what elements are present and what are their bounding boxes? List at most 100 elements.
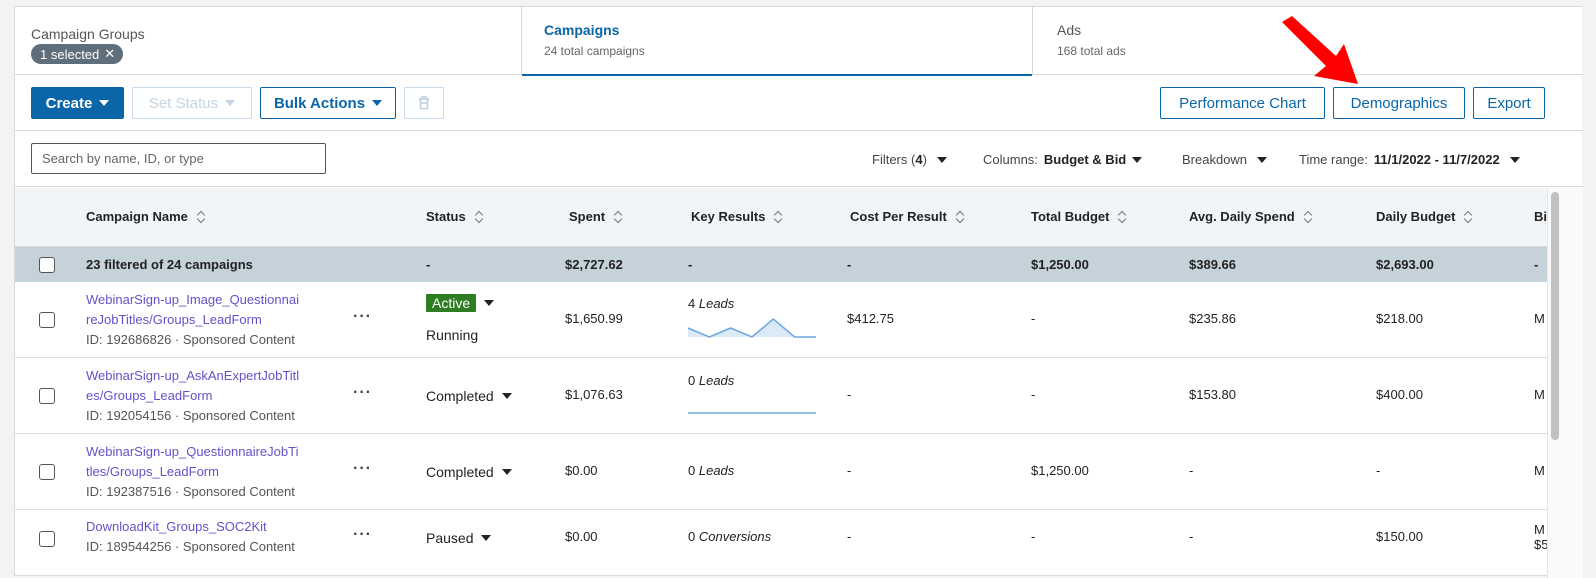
total-budget-value: - xyxy=(1031,387,1036,402)
bid-value: M xyxy=(1534,463,1545,478)
column-header-key-results[interactable]: Key Results xyxy=(691,209,783,224)
tab-title: Campaigns xyxy=(544,22,620,38)
table-row[interactable]: WebinarSign-up_Image_Questionnai reJobTi… xyxy=(15,282,1547,358)
set-status-button[interactable]: Set Status xyxy=(132,87,252,119)
sort-icon xyxy=(613,210,623,224)
annotation-arrow-icon xyxy=(1282,16,1358,84)
filters-label: Filters (4) xyxy=(872,152,927,167)
column-header-daily-budget[interactable]: Daily Budget xyxy=(1376,209,1473,224)
table-row[interactable]: WebinarSign-up_QuestionnaireJobTi tles/G… xyxy=(15,434,1547,510)
summary-row: 23 filtered of 24 campaigns - $2,727.62 … xyxy=(15,247,1547,282)
column-header-avg-daily-spend[interactable]: Avg. Daily Spend xyxy=(1189,209,1313,224)
column-header-total-budget[interactable]: Total Budget xyxy=(1031,209,1127,224)
selected-chip[interactable]: 1 selected ✕ xyxy=(31,44,124,64)
table-scrollbar[interactable] xyxy=(1547,188,1583,578)
sort-icon xyxy=(196,210,206,224)
spent-value: $0.00 xyxy=(565,529,598,544)
table-row[interactable]: WebinarSign-up_AskAnExpertJobTitl es/Gro… xyxy=(15,358,1547,434)
filter-bar: Filters (4) Columns: Budget & Bid Breakd… xyxy=(15,132,1583,187)
columns-dropdown[interactable]: Columns: Budget & Bid xyxy=(983,152,1143,167)
delete-button[interactable] xyxy=(404,87,444,119)
sort-icon xyxy=(773,210,783,224)
scrollbar-thumb[interactable] xyxy=(1551,192,1559,440)
caret-down-icon xyxy=(225,100,236,106)
summary-spent: $2,727.62 xyxy=(565,257,623,272)
row-checkbox[interactable] xyxy=(39,312,55,328)
time-range-label: Time range: xyxy=(1299,152,1368,167)
more-options-icon[interactable]: ··· xyxy=(353,460,372,478)
campaign-name-link[interactable]: WebinarSign-up_QuestionnaireJobTi tles/G… xyxy=(86,442,298,502)
tab-campaigns[interactable]: Campaigns 24 total campaigns xyxy=(521,7,1033,76)
campaigns-table: Campaign Name Status Spent Key Results C… xyxy=(15,188,1548,570)
status-badge: Active xyxy=(426,294,477,312)
column-header-status[interactable]: Status xyxy=(426,209,484,224)
close-icon[interactable]: ✕ xyxy=(104,46,115,62)
sparkline-area xyxy=(688,319,816,337)
trash-icon xyxy=(419,96,429,110)
total-budget-value: $1,250.00 xyxy=(1031,463,1089,478)
bulk-actions-button[interactable]: Bulk Actions xyxy=(260,87,396,119)
export-label: Export xyxy=(1487,94,1531,112)
sort-icon xyxy=(474,210,484,224)
daily-budget-value: - xyxy=(1376,463,1381,478)
key-results: 0 Conversions xyxy=(688,529,772,544)
caret-down-icon xyxy=(99,100,110,106)
select-all-checkbox[interactable] xyxy=(39,257,55,273)
tab-campaign-groups[interactable]: Campaign Groups 1 selected ✕ xyxy=(15,7,521,75)
column-header-campaign-name[interactable]: Campaign Name xyxy=(86,209,206,224)
cost-per-result-value: - xyxy=(847,463,852,478)
spent-value: $0.00 xyxy=(565,463,598,478)
search-input[interactable] xyxy=(31,143,326,174)
summary-status: - xyxy=(426,257,431,272)
campaign-meta: ID: 189544256 · Sponsored Content xyxy=(86,539,295,554)
daily-budget-value: $218.00 xyxy=(1376,311,1423,326)
campaign-name-link[interactable]: WebinarSign-up_Image_Questionnai reJobTi… xyxy=(86,290,299,350)
set-status-label: Set Status xyxy=(148,94,219,112)
column-header-spent[interactable]: Spent xyxy=(569,209,623,224)
campaign-meta: ID: 192686826 · Sponsored Content xyxy=(86,332,295,347)
campaign-name-link[interactable]: DownloadKit_Groups_SOC2Kit ID: 189544256… xyxy=(86,517,295,557)
campaign-name-link[interactable]: WebinarSign-up_AskAnExpertJobTitl es/Gro… xyxy=(86,366,299,426)
caret-down-icon xyxy=(501,393,512,399)
tab-count: 24 total campaigns xyxy=(544,44,645,58)
row-checkbox[interactable] xyxy=(39,464,55,480)
daily-budget-value: $400.00 xyxy=(1376,387,1423,402)
create-button[interactable]: Create xyxy=(31,87,124,119)
chip-label: 1 selected xyxy=(40,46,100,62)
columns-value: Budget & Bid xyxy=(1043,152,1127,167)
sort-icon xyxy=(1463,210,1473,224)
status-dropdown[interactable]: Active xyxy=(426,294,495,312)
sort-icon xyxy=(1117,210,1127,224)
row-checkbox[interactable] xyxy=(39,531,55,547)
more-options-icon[interactable]: ··· xyxy=(353,526,372,544)
column-header-cost-per-result[interactable]: Cost Per Result xyxy=(850,209,965,224)
summary-cost-per-result: - xyxy=(847,257,852,272)
summary-avg-daily-spend: $389.66 xyxy=(1189,257,1236,272)
columns-label: Columns: xyxy=(983,152,1038,167)
bulk-actions-label: Bulk Actions xyxy=(273,94,366,112)
avg-daily-spend-value: $235.86 xyxy=(1189,311,1236,326)
table-row[interactable]: DownloadKit_Groups_SOC2Kit ID: 189544256… xyxy=(15,510,1548,570)
tab-title: Campaign Groups xyxy=(31,26,145,42)
row-checkbox[interactable] xyxy=(39,388,55,404)
breakdown-label: Breakdown xyxy=(1182,152,1248,167)
sparkline-line xyxy=(688,317,816,338)
status-dropdown[interactable]: Paused xyxy=(426,530,492,546)
demographics-label: Demographics xyxy=(1350,94,1448,112)
create-label: Create xyxy=(45,94,93,112)
campaign-meta: ID: 192387516 · Sponsored Content xyxy=(86,484,295,499)
export-button[interactable]: Export xyxy=(1473,87,1545,119)
summary-bid: - xyxy=(1534,257,1539,272)
status-sub: Running xyxy=(426,327,479,343)
status-dropdown[interactable]: Completed xyxy=(426,388,512,404)
column-header-bid[interactable]: Bi xyxy=(1534,209,1547,224)
time-range-dropdown[interactable]: Time range: 11/1/2022 - 11/7/2022 xyxy=(1299,152,1520,167)
more-options-icon[interactable]: ··· xyxy=(353,308,372,326)
filters-dropdown[interactable]: Filters (4) xyxy=(872,152,947,167)
breakdown-dropdown[interactable]: Breakdown xyxy=(1182,152,1268,167)
status-dropdown[interactable]: Completed xyxy=(426,464,512,480)
table-header: Campaign Name Status Spent Key Results C… xyxy=(15,188,1547,247)
time-range-value: 11/1/2022 - 11/7/2022 xyxy=(1373,152,1500,167)
more-options-icon[interactable]: ··· xyxy=(353,384,372,402)
key-results: 4 Leads xyxy=(688,296,735,311)
